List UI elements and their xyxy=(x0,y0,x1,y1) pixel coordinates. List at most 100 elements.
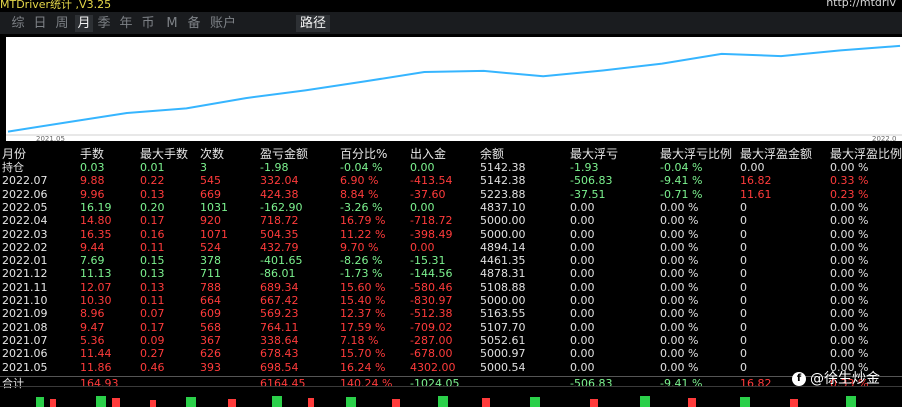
table-row[interactable]: 2022.03 16.35 0.16 1071 504.35 11.22 % -398.49… xyxy=(0,228,902,241)
table-row-cell: 545 xyxy=(200,174,221,188)
table-row[interactable]: 2021.09 8.96 0.07 609 569.23 12.37 % -512.38 51… xyxy=(0,307,902,320)
table-header-cell: 月份 xyxy=(2,147,27,161)
table-row-cell: 689.34 xyxy=(260,280,299,294)
table-row-cell: -512.38 xyxy=(410,307,453,321)
table-row-cell: 16.82 xyxy=(740,174,772,188)
table-row-cell: 0.00 xyxy=(570,360,595,374)
tab-4[interactable]: 季 xyxy=(96,15,112,32)
table-row-cell: 2021.10 xyxy=(2,294,48,307)
table-row-cell: 5052.61 xyxy=(480,333,526,347)
table-row-cell: 0.33 % xyxy=(830,174,869,188)
table-row-cell: 0.00 xyxy=(740,161,765,174)
table-row-cell: 698.54 xyxy=(260,360,299,374)
tab-1[interactable]: 日 xyxy=(32,15,48,32)
table-row-cell: 0 xyxy=(740,333,747,347)
table-row-cell: 0.00 xyxy=(570,347,595,361)
tab-5[interactable]: 年 xyxy=(118,15,134,32)
table-row-cell: 1071 xyxy=(200,227,228,241)
table-row-cell: -398.49 xyxy=(410,227,453,241)
table-row-cell: 0.16 xyxy=(140,227,165,241)
table-row-cell: 5000.97 xyxy=(480,347,526,361)
table-row-cell: 6.90 % xyxy=(340,174,379,188)
table-total-row-cell: 合计 xyxy=(2,376,24,390)
table-row-cell: 0 xyxy=(740,227,747,241)
table-row-cell: 2022.05 xyxy=(2,200,48,214)
table-row-cell: 0.00 xyxy=(570,227,595,241)
table-row-cell: 2021.12 xyxy=(2,267,48,281)
table-row-cell: 432.79 xyxy=(260,240,299,254)
table-row[interactable]: 2021.12 11.13 0.13 711 -86.01 -1.73 % -144.56 4… xyxy=(0,267,902,280)
table-row-cell: 626 xyxy=(200,347,221,361)
table-header-cell: 手数 xyxy=(80,147,105,161)
table-row-cell: -37.51 xyxy=(570,187,606,201)
table-row-cell: 0.00 % xyxy=(830,200,869,214)
table-row-cell: 持仓 xyxy=(2,161,24,174)
table-row-cell: 9.44 xyxy=(80,240,105,254)
table-row-cell: 338.64 xyxy=(260,333,299,347)
table-row-cell: 2021.09 xyxy=(2,307,48,321)
table-row[interactable]: 2022.04 14.80 0.17 920 718.72 16.79 % -718.72 5… xyxy=(0,214,902,227)
table-row-cell: 0.22 xyxy=(140,174,165,188)
table-row-cell: 2022.03 xyxy=(2,227,48,241)
tab-3[interactable]: 月 xyxy=(75,15,93,32)
tab-7[interactable]: M xyxy=(166,15,178,32)
table-row-cell: 667.42 xyxy=(260,294,299,307)
table-row[interactable]: 2022.02 9.44 0.11 524 432.79 9.70 % 0.00 4894.1… xyxy=(0,241,902,254)
table-row[interactable]: 2022.05 16.19 0.20 1031 -162.90 -3.26 % 0.00 48… xyxy=(0,201,902,214)
table-row[interactable]: 2021.07 5.36 0.09 367 338.64 7.18 % -287.00 505… xyxy=(0,334,902,347)
table-row[interactable]: 2021.05 11.86 0.46 393 698.54 16.24 % 4302.00 5… xyxy=(0,361,902,374)
table-row-cell: 920 xyxy=(200,214,221,228)
tab-0[interactable]: 综 xyxy=(10,15,26,32)
table-row-cell: 0.00 % xyxy=(660,214,699,228)
tab-6[interactable]: 币 xyxy=(140,15,156,32)
watermark: f @徐生炒金 xyxy=(792,368,880,388)
table-row-cell: -580.46 xyxy=(410,280,453,294)
table-total-row-cell: -506.83 xyxy=(570,376,613,390)
table-row-cell: -0.04 % xyxy=(660,161,703,174)
table-row[interactable]: 2021.11 12.07 0.13 788 689.34 15.60 % -580.46 5… xyxy=(0,281,902,294)
table-row-cell: 15.60 % xyxy=(340,280,386,294)
table-row[interactable]: 2022.07 9.88 0.22 545 332.04 6.90 % -413.54 514… xyxy=(0,174,902,187)
table-row-cell: 5000.00 xyxy=(480,214,526,228)
table-row-cell: 4461.35 xyxy=(480,254,526,268)
table-row-cell: 0.00 % xyxy=(830,214,869,228)
table-row[interactable]: 2021.10 10.30 0.11 664 667.42 15.40 % -830.97 5… xyxy=(0,294,902,307)
table-row-cell: 16.79 % xyxy=(340,214,386,228)
table-row-cell: 0.00 % xyxy=(830,280,869,294)
app-title: MTDriver统计 ,V3.25 xyxy=(0,0,112,11)
table-row-cell: -830.97 xyxy=(410,294,453,307)
table-row-cell: 2022.07 xyxy=(2,174,48,188)
table-row-cell: 5107.70 xyxy=(480,320,526,334)
table-header-cell: 盈亏金额 xyxy=(260,147,309,161)
table-header-cell: 最大浮盈金额 xyxy=(740,147,813,161)
table-row-cell: 5142.38 xyxy=(480,174,526,188)
table-row-cell: 9.96 xyxy=(80,187,105,201)
url-label[interactable]: http://mtdriv xyxy=(826,0,896,9)
tab-2[interactable]: 周 xyxy=(54,15,70,32)
table-total-row[interactable]: 合计 164.93 6164.45 140.24 % -1024.05 -506.83 -9… xyxy=(0,375,902,390)
table-row-cell: 0.00 xyxy=(410,240,435,254)
table-row-cell: 0.13 xyxy=(140,280,165,294)
table-row-cell: 0.00 xyxy=(570,294,595,307)
table-row-cell: 0.00 xyxy=(570,280,595,294)
table-row-cell: 16.24 % xyxy=(340,360,386,374)
table-row-cell: -1.93 xyxy=(570,161,599,174)
table-row-cell: 4878.31 xyxy=(480,267,526,281)
table-row-cell: 0.11 xyxy=(140,240,165,254)
x-tick-label-left: 2021.05 xyxy=(36,135,65,141)
table-header-cell: 余额 xyxy=(480,147,505,161)
tab-10[interactable]: 路径 xyxy=(296,15,330,32)
table-row-cell: 568 xyxy=(200,320,221,334)
table-row[interactable]: 持仓 0.03 0.01 3 -1.98 -0.04 % 0.00 5142.38 -1.93 -… xyxy=(0,161,902,174)
table-row[interactable]: 2022.06 9.96 0.13 669 424.38 8.84 % -37.60 5223… xyxy=(0,188,902,201)
table-row[interactable]: 2021.08 9.47 0.17 568 764.11 17.59 % -709.02 51… xyxy=(0,321,902,334)
table-row-cell: 0 xyxy=(740,307,747,321)
table-row[interactable]: 2021.06 11.44 0.27 626 678.43 15.70 % -678.00 5… xyxy=(0,347,902,360)
table-row-cell: 0.00 % xyxy=(830,254,869,268)
table-row[interactable]: 2022.01 7.69 0.15 378 -401.65 -8.26 % -15.31 44… xyxy=(0,254,902,267)
table-row-cell: 0.00 % xyxy=(660,360,699,374)
table-header[interactable]: 月份 手数 最大手数 次数 盈亏金额 百分比% 出入金 余额 最大浮亏 最大浮亏比例 最大浮盈金额 最… xyxy=(0,148,902,161)
tab-9[interactable]: 账户 xyxy=(208,15,238,32)
tab-8[interactable]: 备 xyxy=(186,15,202,32)
table-row-cell: 11.22 % xyxy=(340,227,386,241)
